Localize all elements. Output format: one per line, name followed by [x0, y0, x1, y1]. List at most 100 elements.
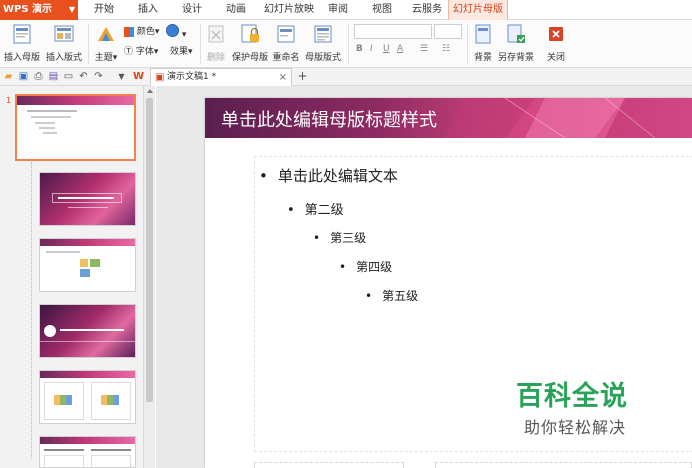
delete-label: 删除 — [206, 53, 225, 63]
rename-button[interactable]: 重命名 — [272, 23, 300, 63]
body-level-2-text: 第二级 — [304, 203, 344, 218]
scroll-up-icon[interactable] — [147, 89, 153, 93]
document-tab[interactable]: ▣ 演示文稿1 * × — [150, 68, 292, 86]
body-level-3-text: 第三级 — [330, 231, 367, 245]
close-tab-icon[interactable]: × — [279, 69, 287, 86]
insert-master-button[interactable]: 插入母版 — [4, 23, 40, 63]
effects-dropdown[interactable]: 效果▾ — [170, 44, 193, 57]
thumb-text-line — [44, 449, 84, 451]
body-level-2[interactable]: • 第二级 — [287, 199, 344, 218]
thumb-text-line — [91, 449, 131, 451]
effects-label: 效果 — [170, 47, 189, 57]
theme-icon — [98, 27, 114, 41]
thumb-text-line — [27, 110, 77, 112]
redo-icon[interactable]: ↷ — [93, 71, 104, 82]
ribbon-toolbar: 插入母版 插入版式 主题▾ 颜色▾ Ⓣ 字体▾ ▾ 效果▾ 删除 保护母版 重命… — [0, 20, 692, 68]
footer-placeholder[interactable] — [435, 462, 692, 468]
menu-tab-view[interactable]: 视图 — [372, 0, 392, 20]
date-placeholder[interactable] — [254, 462, 404, 468]
slide-number: 1 — [6, 96, 12, 105]
insert-layout-button[interactable]: 插入版式 — [46, 23, 82, 63]
background-button[interactable]: 背景 — [472, 23, 494, 63]
menu-tab-slideshow[interactable]: 幻灯片放映 — [264, 0, 314, 20]
menu-tab-cloud[interactable]: 云服务 — [412, 0, 442, 20]
protect-master-button[interactable]: 保护母版 — [232, 23, 268, 63]
watermark-subtitle: 助你轻松解决 — [524, 418, 627, 437]
font-size-combo[interactable] — [434, 24, 462, 39]
bullet-list-icon[interactable]: ☰ — [420, 44, 428, 54]
document-type-icon: ▣ — [155, 72, 165, 83]
menu-tab-home[interactable]: 开始 — [94, 0, 114, 20]
master-layout-button[interactable]: 母版版式 — [305, 23, 341, 63]
thumb-text-line — [68, 207, 108, 208]
layout-connector-line — [31, 162, 32, 458]
thumb-header-band — [40, 371, 135, 378]
thumb-placeholder-icons — [101, 395, 119, 405]
effects-icon-button[interactable]: ▾ — [166, 24, 186, 40]
layout-thumbnail-title[interactable] — [39, 172, 136, 226]
layout-thumbnail-comparison[interactable] — [39, 436, 136, 468]
chevron-down-icon: ▾ — [154, 27, 160, 37]
body-level-4[interactable]: • 第四级 — [339, 258, 392, 275]
font-icon: Ⓣ — [124, 47, 134, 57]
layout-thumbnail-two-content[interactable] — [39, 370, 136, 424]
theme-button[interactable]: 主题▾ — [93, 23, 119, 63]
thumb-text-line — [31, 116, 71, 118]
master-thumbnail[interactable] — [15, 94, 136, 161]
font-color-button[interactable]: A — [397, 44, 403, 54]
italic-button[interactable]: I — [370, 44, 373, 54]
thumb-text-line — [43, 132, 57, 134]
body-level-1[interactable]: • 单击此处编辑文本 — [259, 165, 398, 186]
save-icon[interactable]: ▣ — [18, 71, 29, 82]
underline-button[interactable]: U — [383, 44, 390, 54]
menu-tab-design[interactable]: 设计 — [182, 0, 202, 20]
chevron-down-icon[interactable]: ▼ — [116, 71, 127, 82]
numbered-list-icon[interactable]: ☷ — [442, 44, 450, 54]
open-folder-icon[interactable]: ▰ — [3, 71, 14, 82]
fonts-dropdown[interactable]: Ⓣ 字体▾ — [124, 44, 158, 57]
thumb-header-band — [40, 239, 135, 246]
thumb-chart-icon — [90, 259, 100, 267]
colors-grid-icon — [124, 26, 134, 37]
menu-tab-slide-master[interactable]: 幻灯片母版 — [448, 0, 508, 20]
print-icon[interactable]: ▤ — [48, 71, 59, 82]
title-banner[interactable]: 单击此处编辑母版标题样式 — [205, 98, 692, 138]
thumb-text-line — [39, 127, 55, 129]
menu-tab-animation[interactable]: 动画 — [226, 0, 246, 20]
export-icon[interactable]: ▭ — [63, 71, 74, 82]
insert-master-icon — [13, 24, 31, 44]
wps-app-menu[interactable]: WPS 演示 ▼ — [0, 0, 78, 20]
thumbnail-scrollbar[interactable] — [143, 86, 155, 468]
layout-thumbnail-section[interactable] — [39, 304, 136, 358]
fonts-label: 字体 — [135, 47, 154, 57]
thumb-content-box — [44, 455, 84, 467]
thumb-image-icon — [80, 259, 88, 267]
wps-logo-icon: W — [133, 71, 145, 82]
colors-dropdown[interactable]: 颜色▾ — [124, 24, 159, 37]
body-level-3[interactable]: • 第三级 — [313, 229, 366, 246]
undo-icon[interactable]: ↶ — [78, 71, 89, 82]
insert-layout-icon — [54, 25, 74, 42]
body-level-5[interactable]: • 第五级 — [365, 287, 418, 304]
font-name-combo[interactable] — [354, 24, 432, 39]
background-icon — [475, 24, 491, 44]
menu-tab-insert[interactable]: 插入 — [138, 0, 158, 20]
new-tab-button[interactable]: + — [297, 70, 308, 82]
print-preview-icon[interactable]: ⎙ — [33, 71, 44, 82]
bold-button[interactable]: B — [356, 44, 363, 54]
effects-icon — [166, 24, 179, 37]
thumb-text-line — [60, 329, 124, 331]
background-label: 背景 — [473, 53, 492, 63]
chevron-down-icon: ▾ — [188, 47, 193, 57]
save-background-button[interactable]: 另存背景 — [498, 23, 534, 63]
menu-tab-review[interactable]: 审阅 — [328, 0, 348, 20]
delete-button[interactable]: 删除 — [204, 23, 228, 63]
bullet-dot-icon: • — [339, 260, 347, 274]
layout-thumbnail-content[interactable] — [39, 238, 136, 292]
scrollbar-thumb[interactable] — [146, 98, 153, 402]
menu-bar: WPS 演示 ▼ 开始 插入 设计 动画 幻灯片放映 审阅 视图 云服务 幻灯片… — [0, 0, 692, 20]
slide-master-title[interactable]: 单击此处编辑母版标题样式 — [221, 106, 437, 132]
app-brand-label: WPS 演示 — [3, 4, 53, 15]
close-master-button[interactable]: 关闭 — [544, 23, 568, 63]
master-layout-label: 母版版式 — [305, 53, 342, 63]
